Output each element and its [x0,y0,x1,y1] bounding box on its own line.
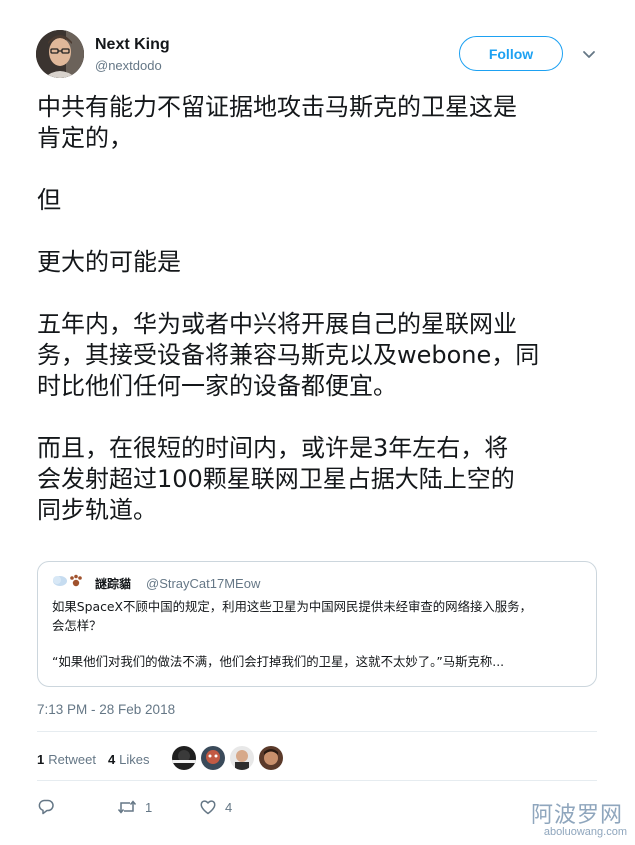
text-line: 时比他们任何一家的设备都便宜。 [37,372,397,400]
author-handle[interactable]: @nextdodo [95,58,162,73]
tweet-header: Next King @nextdodo Follow [36,30,606,86]
divider [37,731,597,732]
liker-avatar[interactable] [230,746,254,770]
retweet-count: 1 [145,799,153,815]
site-watermark: 阿波罗网 aboluowang.com [519,797,635,845]
heart-icon [200,800,216,815]
retweet-stat[interactable]: 1 Retweet [37,752,96,767]
follow-button[interactable]: Follow [459,36,563,71]
quoted-author-emoji-icons [52,573,92,589]
retweet-icon [117,800,137,814]
text-line: 更大的可能是 [37,248,181,276]
chevron-down-icon[interactable] [581,46,597,62]
liker-avatar[interactable] [259,746,283,770]
tweet-stats: 1 Retweet 4 Likes [37,749,162,769]
reply-icon [38,799,54,815]
text-line: 中共有能力不留证据地攻击马斯克的卫星这是 [37,93,517,121]
watermark-text: 阿波罗网 [530,803,623,828]
quoted-author-name: 謎踪貓 [95,577,132,591]
like-stat-label: Likes [119,751,150,767]
like-stat[interactable]: 4 Likes [108,752,150,767]
like-stat-count: 4 [107,751,116,767]
quoted-tweet[interactable]: 謎踪貓 @StrayCat17MEow 如果SpaceX不顾中国的规定，利用这些… [37,561,597,687]
text-line: 同步轨道。 [37,496,157,524]
author-name[interactable]: Next King [95,36,170,54]
retweet-button[interactable]: 1 [117,798,199,816]
like-count: 4 [225,799,233,815]
tweet-timestamp[interactable]: 7:13 PM - 28 Feb 2018 [37,702,175,717]
retweet-stat-label: Retweet [48,751,96,767]
text-line: 会怎样？ [52,618,102,633]
text-line: 会发射超过100颗星联网卫星占据大陆上空的 [37,465,515,493]
watermark-url: aboluowang.com [543,826,627,838]
quoted-tweet-text: 如果SpaceX不顾中国的规定，利用这些卫星为中国网民提供未经审查的网络接入服务… [52,597,592,671]
like-button[interactable]: 4 [199,798,232,816]
liker-avatar[interactable] [201,746,225,770]
liker-avatar[interactable] [172,746,196,770]
liker-avatars [172,746,288,772]
text-line: 但 [37,186,61,214]
text-line: 而且，在很短的时间内，或许是3年左右，将 [37,434,509,462]
divider [37,780,597,781]
text-line: 务，其接受设备将兼容马斯克以及webone，同 [37,341,540,369]
text-line: 肯定的， [37,124,133,152]
text-line: 如果SpaceX不顾中国的规定，利用这些卫星为中国网民提供未经审查的网络接入服务… [52,599,532,614]
text-line: 五年内，华为或者中兴将开展自己的星联网业 [37,310,517,338]
text-line: “如果他们对我们的做法不满，他们会打掉我们的卫星，这就不太妙了。”马斯克称... [52,654,505,669]
quoted-author-handle: @StrayCat17MEow [146,576,261,591]
retweet-stat-count: 1 [37,751,45,767]
author-avatar[interactable] [36,30,84,78]
tweet-actions: 1 4 [37,796,232,818]
tweet-text: 中共有能力不留证据地攻击马斯克的卫星这是 肯定的， 但更大的可能是五年内，华为或者中… [37,92,607,526]
reply-button[interactable] [37,798,117,816]
